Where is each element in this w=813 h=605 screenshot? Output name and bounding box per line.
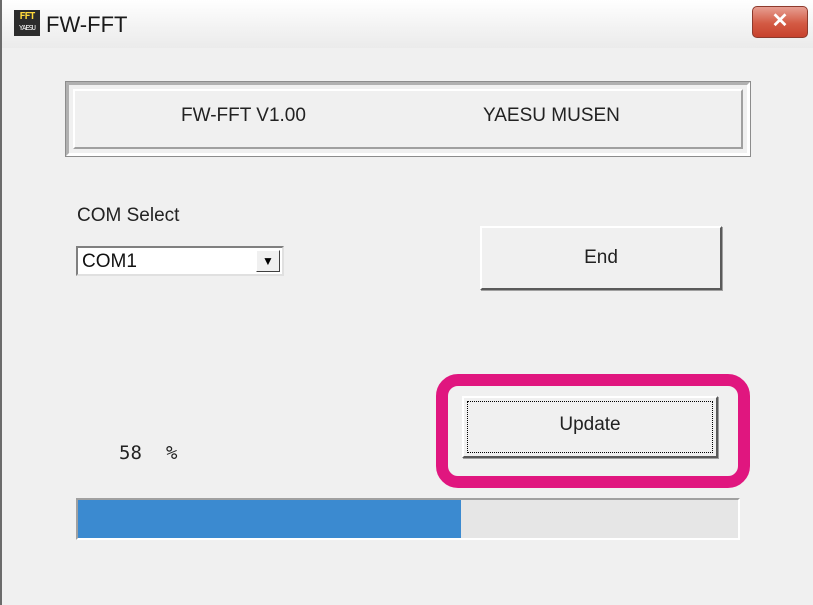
progress-bar-fill bbox=[78, 500, 461, 538]
update-highlight-annotation bbox=[436, 374, 750, 488]
close-icon: ✕ bbox=[771, 10, 789, 32]
progress-percent-value: 58 bbox=[119, 442, 142, 464]
chevron-down-icon: ▼ bbox=[262, 254, 274, 268]
app-icon-subtext: YAESU bbox=[18, 24, 36, 32]
fft-app-icon: FFT YAESU bbox=[14, 10, 40, 36]
maker-label: YAESU MUSEN bbox=[483, 105, 620, 126]
app-icon-text: FFT bbox=[19, 11, 35, 22]
close-button[interactable]: ✕ bbox=[752, 6, 808, 38]
com-selected-value: COM1 bbox=[82, 251, 137, 272]
end-button-label: End bbox=[584, 247, 618, 268]
com-port-dropdown[interactable]: COM1 ▼ bbox=[76, 246, 284, 276]
title-bar[interactable]: FFT YAESU FW-FFT ✕ bbox=[2, 0, 813, 48]
progress-bar bbox=[76, 498, 740, 540]
window-title: FW-FFT bbox=[46, 12, 128, 37]
version-label: FW-FFT V1.00 bbox=[181, 105, 306, 126]
fw-fft-window: FFT YAESU FW-FFT ✕ FW-FFT V1.00 YAESU MU… bbox=[0, 0, 813, 605]
version-panel-inner bbox=[73, 89, 743, 149]
progress-percent-sign: % bbox=[166, 442, 178, 464]
com-select-label: COM Select bbox=[77, 205, 180, 226]
dropdown-arrow-button[interactable]: ▼ bbox=[256, 250, 280, 272]
end-button[interactable]: End bbox=[480, 226, 722, 290]
version-panel: FW-FFT V1.00 YAESU MUSEN bbox=[65, 81, 751, 157]
